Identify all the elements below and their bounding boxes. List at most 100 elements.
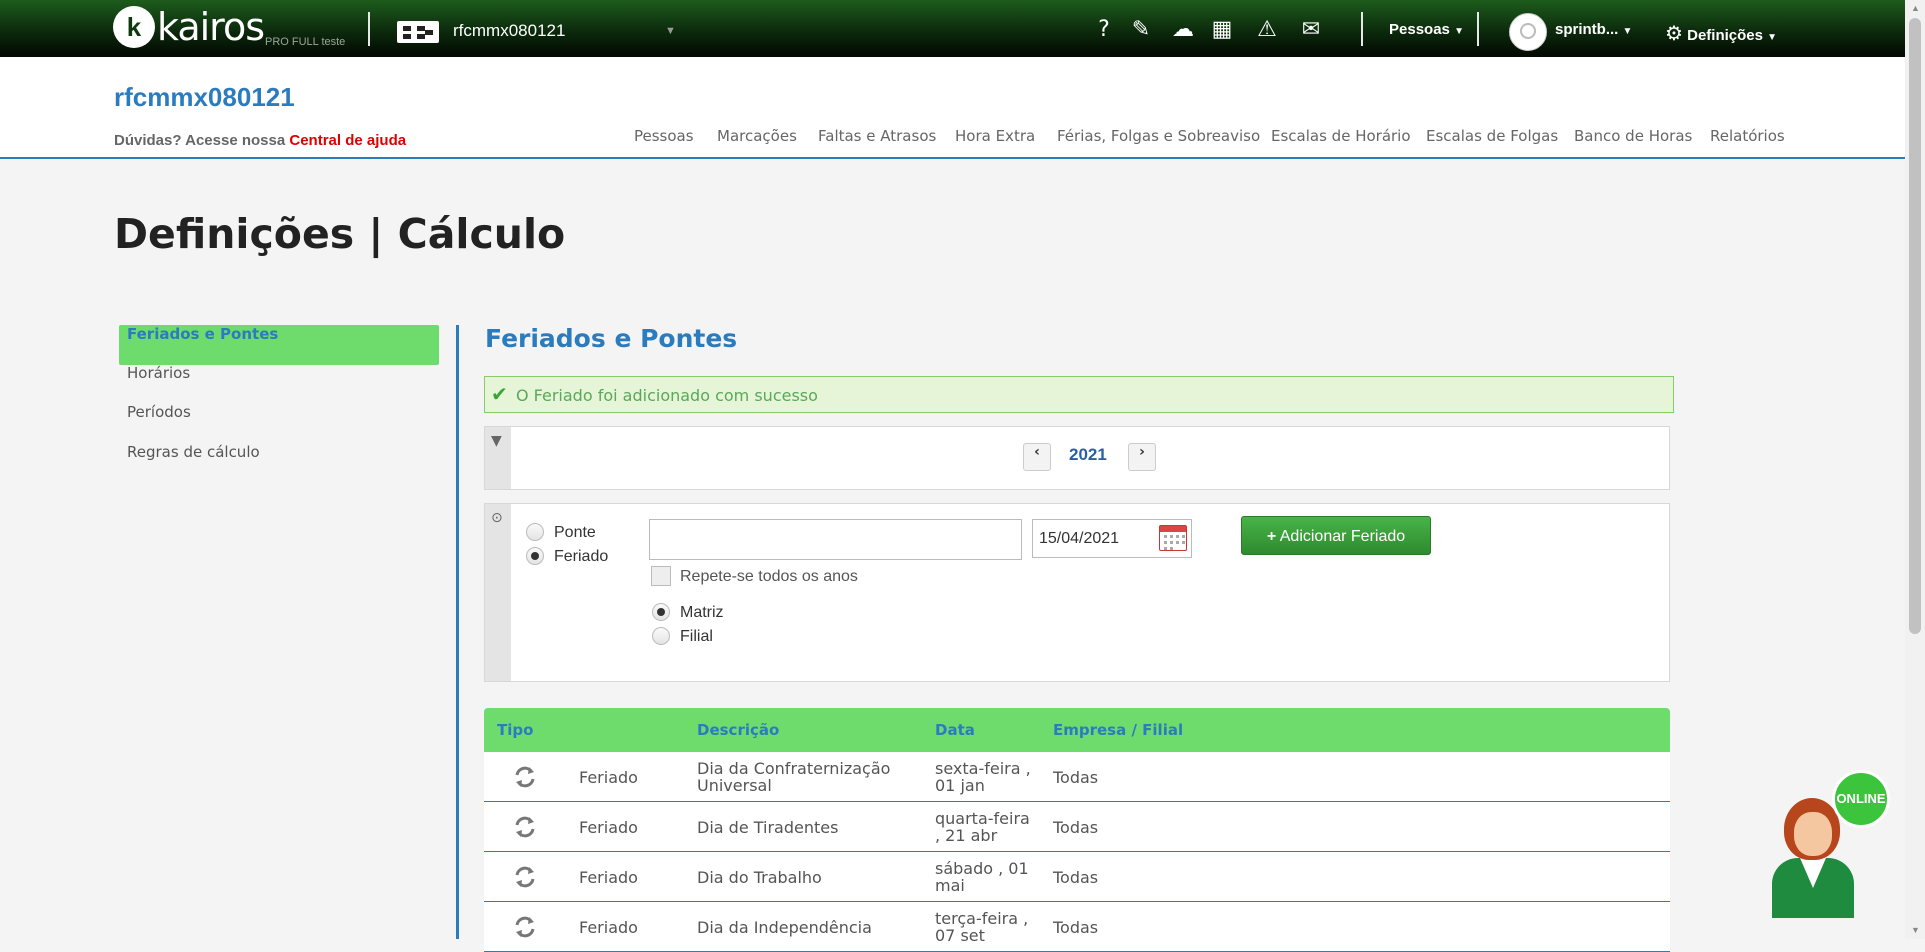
radio-filial-label: Filial [680,628,713,645]
row-company: Todas [1053,818,1099,837]
row-company: Todas [1053,918,1099,937]
user-name: sprintb... [1555,21,1619,38]
chevron-down-icon[interactable]: ▼ [665,25,676,37]
gear-icon: ⚙ [1665,23,1683,45]
nav-marcacoes[interactable]: Marcações [717,127,797,145]
nav-pessoas[interactable]: Pessoas [634,127,694,145]
chat-support-icon[interactable]: ✎ [1126,17,1156,43]
next-year-button[interactable]: › [1128,443,1156,471]
settings-menu[interactable]: ⚙ Definições ▼ [1665,21,1777,46]
user-menu[interactable]: sprintb... ▼ [1555,21,1632,38]
radio-ponte[interactable] [526,523,544,541]
help-icon[interactable]: ? [1089,17,1119,43]
calendar-icon[interactable] [1159,525,1187,551]
logo-subtitle: PRO FULL teste [265,36,346,48]
page-header: rfcmmx080121 Dúvidas? Acesse nossa Centr… [0,57,1905,159]
people-menu[interactable]: Pessoas ▼ [1389,21,1464,38]
radio-feriado-label: Feriado [554,548,609,565]
divider [368,12,370,46]
page-scrollbar[interactable]: ▲ ▼ [1905,0,1925,939]
row-description: Dia da Independência [697,918,872,937]
agent-face [1794,812,1832,856]
cloud-upload-icon[interactable]: ☁ [1168,17,1198,43]
col-tipo[interactable]: Tipo [497,721,533,739]
radio-filial[interactable] [652,627,670,645]
row-date: sábado , 01 mai [935,859,1029,895]
row-description: Dia de Tiradentes [697,818,839,837]
repeat-icon [515,866,535,888]
scroll-up-icon[interactable]: ▲ [1911,3,1920,13]
table-row[interactable]: Feriado Dia da Confraternização Universal… [484,752,1670,802]
company-selector[interactable]: rfcmmx080121 [453,21,565,41]
row-company: Todas [1053,868,1099,887]
repeat-yearly-checkbox[interactable] [651,566,671,586]
chevron-down-icon: ▼ [1622,26,1633,37]
repeat-icon [515,766,535,788]
calculator-icon[interactable]: ▦ [1207,17,1237,43]
radio-ponte-label: Ponte [554,524,596,541]
settings-menu-label: Definições [1687,27,1763,44]
divider [1477,12,1479,46]
divider [1361,12,1363,46]
nav-faltas-atrasos[interactable]: Faltas e Atrasos [818,127,936,145]
panel-gutter: ▼ [485,427,511,489]
company-title[interactable]: rfcmmx080121 [114,82,295,113]
radio-matriz-label: Matriz [680,604,724,621]
online-chat-widget[interactable]: ONLINE [1770,770,1890,930]
table-header: Tipo Descrição Data Empresa / Filial [484,708,1670,752]
people-menu-label: Pessoas [1389,21,1450,38]
play-circle-icon[interactable]: ⊙ [491,510,503,526]
description-input[interactable] [649,519,1022,560]
page-title: Definições | Cálculo [114,210,566,258]
filter-icon[interactable]: ▼ [491,433,502,449]
year-filter-panel: ▼ ‹ 2021 › [484,426,1670,490]
scrollbar-thumb[interactable] [1909,18,1921,634]
divider [456,325,459,939]
year-label: 2021 [1069,445,1107,464]
nav-ferias-folgas[interactable]: Férias, Folgas e Sobreaviso [1057,127,1260,145]
warning-icon[interactable]: ⚠ [1252,17,1282,43]
add-holiday-panel: ⊙ Ponte Feriado 15/04/2021 + Adicionar F… [484,503,1670,682]
success-alert: ✔ O Feriado foi adicionado com sucesso [484,376,1674,413]
col-data[interactable]: Data [935,721,975,739]
help-center-link[interactable]: Central de ajuda [289,132,406,149]
table-row[interactable]: Feriado Dia da Independência terça-feira… [484,902,1670,952]
row-company: Todas [1053,768,1099,787]
nav-banco-horas[interactable]: Banco de Horas [1574,127,1692,145]
nav-escalas-horario[interactable]: Escalas de Horário [1271,127,1411,145]
kairos-logo-mark: k [113,6,155,48]
sidebar-item-horarios[interactable]: Horários [119,364,439,404]
col-empresa-filial[interactable]: Empresa / Filial [1053,721,1183,739]
sidebar-item-feriados-pontes[interactable]: Feriados e Pontes [119,325,439,365]
add-holiday-button[interactable]: + Adicionar Feriado [1241,516,1431,555]
alert-message: O Feriado foi adicionado com sucesso [516,386,818,405]
repeat-icon [515,916,535,938]
col-descricao[interactable]: Descrição [697,721,779,739]
date-value: 15/04/2021 [1039,530,1120,547]
sidebar-item-regras-calculo[interactable]: Regras de cálculo [119,443,439,483]
repeat-yearly-label: Repete-se todos os anos [680,568,858,585]
help-prefix: Dúvidas? Acesse nossa [114,132,286,149]
radio-feriado[interactable] [526,547,544,565]
sidebar-item-periodos[interactable]: Períodos [119,403,439,443]
scroll-down-icon[interactable]: ▼ [1911,925,1920,935]
nav-hora-extra[interactable]: Hora Extra [955,127,1035,145]
inbox-icon[interactable]: ✉ [1296,17,1326,43]
online-status-badge[interactable]: ONLINE [1832,770,1890,828]
nav-relatorios[interactable]: Relatórios [1710,127,1785,145]
logo-text: kairos [157,5,265,49]
panel-gutter: ⊙ [485,504,511,681]
nav-escalas-folgas[interactable]: Escalas de Folgas [1426,127,1558,145]
add-holiday-label: Adicionar Feriado [1279,528,1406,545]
row-date: quarta-feira, 21 abr [935,809,1030,845]
row-type: Feriado [579,768,638,787]
company-icon[interactable] [397,21,439,43]
row-description: Dia do Trabalho [697,868,822,887]
avatar[interactable] [1509,13,1547,51]
prev-year-button[interactable]: ‹ [1023,443,1051,471]
table-row[interactable]: Feriado Dia do Trabalho sábado , 01 mai T… [484,852,1670,902]
row-date: sexta-feira , 01 jan [935,759,1031,795]
radio-matriz[interactable] [652,603,670,621]
help-text: Dúvidas? Acesse nossa Central de ajuda [114,132,406,149]
table-row[interactable]: Feriado Dia de Tiradentes quarta-feira, … [484,802,1670,852]
